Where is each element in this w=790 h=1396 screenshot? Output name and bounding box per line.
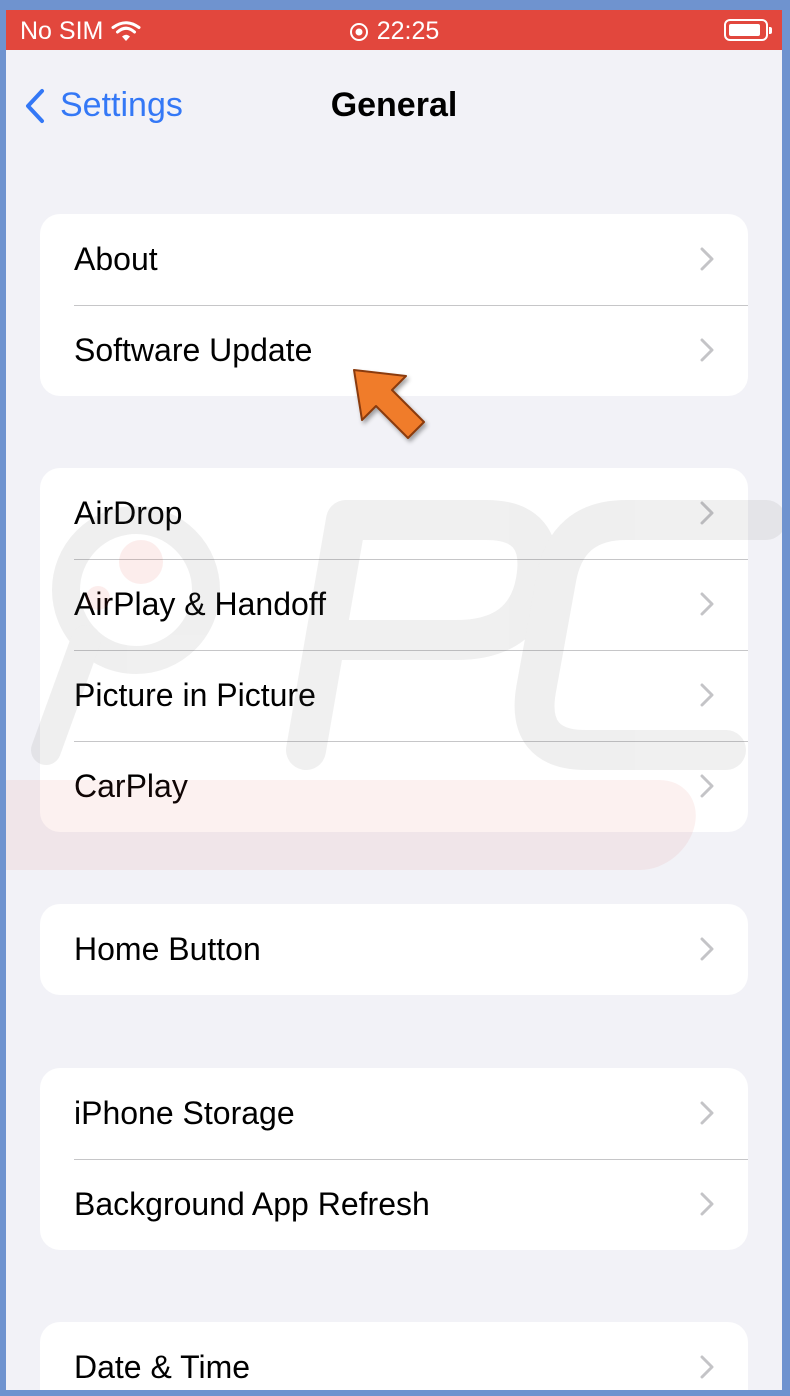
pointer-arrow-icon: [353, 369, 425, 439]
battery-icon: [724, 19, 772, 41]
row-date-time[interactable]: Date & Time: [40, 1322, 748, 1390]
phone-screen: No SIM 22:25 Settings General About Soft…: [6, 10, 782, 1390]
clock: 22:25: [376, 17, 440, 45]
row-label: iPhone Storage: [74, 1095, 295, 1131]
orientation-lock-icon: [349, 22, 368, 41]
status-right: [724, 19, 772, 41]
row-picture-in-picture[interactable]: Picture in Picture: [40, 650, 748, 741]
row-airplay-handoff[interactable]: AirPlay & Handoff: [40, 559, 748, 650]
row-label: AirDrop: [74, 495, 183, 531]
row-airdrop[interactable]: AirDrop: [40, 468, 748, 559]
chevron-right-icon: [700, 1101, 714, 1125]
row-carplay[interactable]: CarPlay: [40, 741, 748, 832]
chevron-right-icon: [700, 592, 714, 616]
status-bar: No SIM 22:25: [6, 10, 782, 50]
chevron-right-icon: [700, 683, 714, 707]
chevron-right-icon: [700, 1355, 714, 1379]
row-label: About: [74, 241, 158, 277]
chevron-right-icon: [700, 1192, 714, 1216]
navigation-bar: Settings General: [6, 50, 782, 145]
row-about[interactable]: About: [40, 214, 748, 305]
settings-group-storage: iPhone Storage Background App Refresh: [40, 1068, 748, 1250]
chevron-right-icon: [700, 937, 714, 961]
page-title: General: [330, 86, 458, 124]
row-label: Home Button: [74, 931, 261, 967]
chevron-right-icon: [700, 338, 714, 362]
row-label: Picture in Picture: [74, 677, 316, 713]
settings-group-home-button: Home Button: [40, 904, 748, 995]
row-background-app-refresh[interactable]: Background App Refresh: [40, 1159, 748, 1250]
status-center: 22:25: [6, 17, 782, 46]
row-label: Software Update: [74, 332, 313, 368]
settings-group-connectivity: AirDrop AirPlay & Handoff Picture in Pic…: [40, 468, 748, 832]
row-label: CarPlay: [74, 768, 188, 804]
chevron-right-icon: [700, 501, 714, 525]
row-home-button[interactable]: Home Button: [40, 904, 748, 995]
row-iphone-storage[interactable]: iPhone Storage: [40, 1068, 748, 1159]
row-label: AirPlay & Handoff: [74, 586, 326, 622]
row-label: Background App Refresh: [74, 1186, 430, 1222]
row-label: Date & Time: [74, 1349, 251, 1385]
settings-group-date-time: Date & Time: [40, 1322, 748, 1390]
chevron-right-icon: [700, 247, 714, 271]
chevron-right-icon: [700, 774, 714, 798]
